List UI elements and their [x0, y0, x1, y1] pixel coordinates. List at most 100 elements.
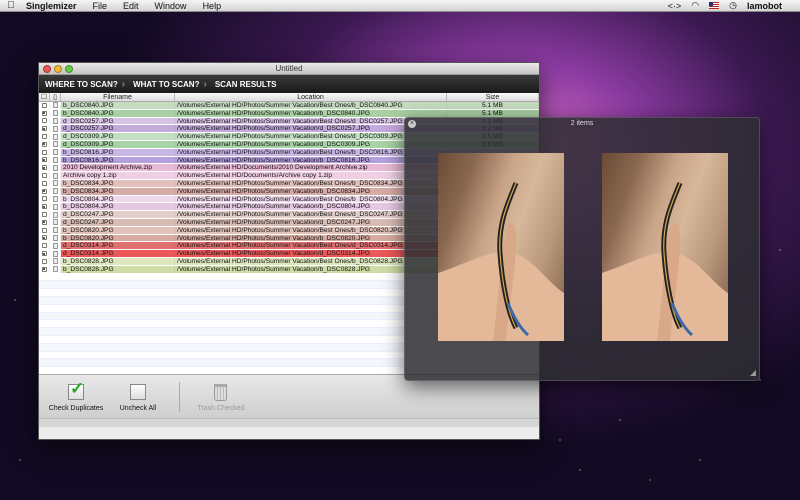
minimize-window-button[interactable]: [54, 65, 62, 73]
row-file-icon: [50, 172, 61, 179]
column-filename-header[interactable]: Filename: [61, 93, 175, 101]
file-icon: [52, 266, 58, 273]
row-checkbox[interactable]: [39, 211, 50, 218]
file-icon: [52, 258, 58, 265]
row-checkbox[interactable]: [39, 164, 50, 172]
row-file-icon: [50, 164, 61, 172]
window-title: Untitled: [275, 64, 303, 73]
row-file-icon: [50, 125, 61, 133]
step-what-to-scan[interactable]: WHAT TO SCAN? ›: [131, 75, 213, 93]
row-checkbox[interactable]: [39, 257, 50, 265]
row-checkbox[interactable]: [39, 218, 50, 226]
file-icon: [52, 141, 58, 148]
user-name[interactable]: lamobot: [747, 1, 782, 11]
file-icon: [52, 125, 58, 132]
file-icon: [52, 203, 58, 210]
wifi-icon[interactable]: ◠: [691, 0, 699, 11]
menu-edit[interactable]: Edit: [115, 1, 147, 11]
row-checkbox[interactable]: [39, 242, 50, 250]
row-checkbox[interactable]: [39, 179, 50, 187]
row-filename: b_DSC0834.JPG: [61, 179, 175, 187]
close-window-button[interactable]: [43, 65, 51, 73]
row-file-icon: [50, 102, 61, 109]
row-filename: b_DSC0834.JPG: [61, 187, 175, 195]
row-filename: b_DSC0828.JPG: [61, 257, 175, 265]
clock-icon[interactable]: ◷: [729, 0, 737, 11]
window-titlebar[interactable]: Untitled: [39, 63, 539, 75]
zoom-window-button[interactable]: [65, 65, 73, 73]
row-checkbox[interactable]: [39, 125, 50, 133]
uncheck-all-label: Uncheck All: [119, 405, 157, 412]
uncheck-all-button[interactable]: Uncheck All: [109, 381, 167, 412]
column-check-header[interactable]: ☐: [39, 93, 50, 101]
row-checkbox[interactable]: [39, 156, 50, 164]
trash-checked-button[interactable]: Trash Checked: [192, 381, 250, 412]
input-flag-icon[interactable]: [709, 2, 720, 9]
checkmark-icon: [68, 379, 84, 400]
row-checkbox[interactable]: [39, 148, 50, 156]
file-icon: [52, 219, 58, 226]
step-scan-results[interactable]: SCAN RESULTS: [213, 75, 283, 93]
checkbox-icon: [41, 102, 47, 108]
row-filename: b_DSC0820.JPG: [61, 226, 175, 234]
row-checkbox[interactable]: [39, 234, 50, 242]
menu-window[interactable]: Window: [147, 1, 195, 11]
column-size-header[interactable]: Size: [447, 93, 539, 101]
close-icon[interactable]: ×: [408, 120, 416, 128]
checkbox-icon: [41, 126, 47, 132]
file-icon: [52, 211, 58, 218]
file-icon: [52, 180, 58, 187]
bottom-toolbar: Check Duplicates Uncheck All Trash Check…: [39, 375, 539, 418]
step-toolbar: WHERE TO SCAN? › WHAT TO SCAN? › SCAN RESU…: [39, 75, 539, 93]
row-filename: 2010 Development Archive.zip: [61, 164, 175, 172]
row-checkbox[interactable]: [39, 172, 50, 179]
check-duplicates-label: Check Duplicates: [48, 405, 104, 412]
file-icon: [52, 133, 58, 140]
row-checkbox[interactable]: [39, 226, 50, 234]
quicklook-titlebar[interactable]: × 2 items: [405, 118, 759, 130]
step-where-to-scan[interactable]: WHERE TO SCAN? ›: [43, 75, 131, 93]
checkbox-icon: [41, 134, 47, 140]
preview-image-left[interactable]: [438, 153, 564, 341]
row-file-icon: [50, 218, 61, 226]
row-checkbox[interactable]: [39, 265, 50, 273]
checkbox-icon: [41, 118, 47, 124]
row-file-icon: [50, 203, 61, 211]
column-icon-header[interactable]: ▯: [50, 93, 61, 101]
table-row[interactable]: b_DSC0840.JPG/Volumes/External HD/Photos…: [39, 102, 539, 110]
menu-app-name[interactable]: Singlemizer: [22, 1, 85, 11]
menu-file[interactable]: File: [85, 1, 116, 11]
row-checkbox[interactable]: [39, 250, 50, 257]
check-duplicates-button[interactable]: Check Duplicates: [47, 379, 105, 412]
checkbox-icon: [41, 141, 47, 147]
row-checkbox[interactable]: [39, 102, 50, 109]
row-checkbox[interactable]: [39, 140, 50, 148]
row-checkbox[interactable]: [39, 203, 50, 211]
row-filename: d_DSC0247.JPG: [61, 211, 175, 218]
row-filename: d_DSC0314.JPG: [61, 242, 175, 250]
resize-grip-icon[interactable]: ◢: [750, 368, 756, 377]
row-filename: d_DSC0309.JPG: [61, 133, 175, 140]
file-icon: [52, 188, 58, 195]
chevron-right-icon: ›: [203, 78, 207, 90]
row-checkbox[interactable]: [39, 195, 50, 203]
preview-image-right[interactable]: [602, 153, 728, 341]
checkbox-icon: [41, 204, 47, 210]
row-checkbox[interactable]: [39, 109, 50, 117]
row-checkbox[interactable]: [39, 133, 50, 140]
file-icon: [52, 149, 58, 156]
row-file-icon: [50, 148, 61, 156]
checkbox-icon: [41, 196, 47, 202]
column-location-header[interactable]: Location: [175, 93, 447, 101]
apple-menu-icon[interactable]: : [0, 0, 22, 11]
row-filename: b_DSC0804.JPG: [61, 195, 175, 203]
row-filename: b_DSC0804.JPG: [61, 203, 175, 211]
row-file-icon: [50, 156, 61, 164]
row-checkbox[interactable]: [39, 187, 50, 195]
menu-help[interactable]: Help: [195, 1, 230, 11]
file-icon: [52, 172, 58, 179]
checkbox-icon: [41, 251, 47, 257]
checkbox-icon: [41, 212, 47, 218]
row-checkbox[interactable]: [39, 117, 50, 125]
code-status-icon[interactable]: <·>: [668, 1, 682, 11]
